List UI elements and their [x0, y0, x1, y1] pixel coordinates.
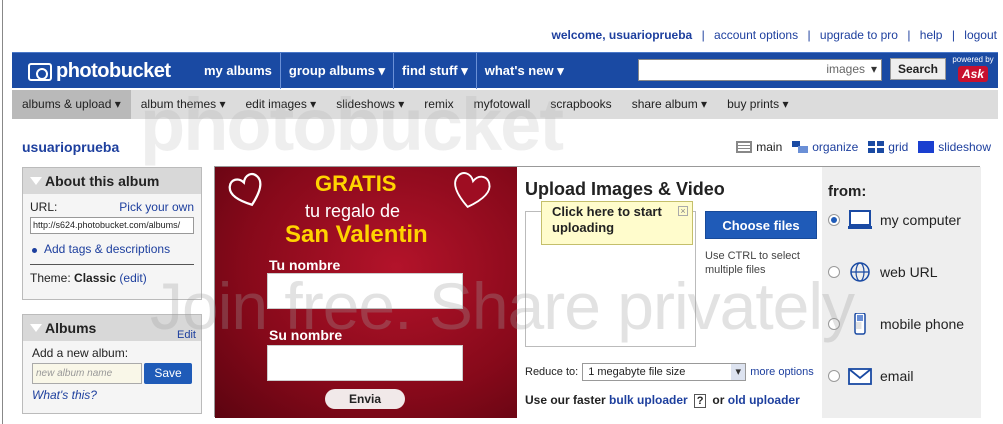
upload-title: Upload Images & Video: [525, 179, 725, 199]
ad-envia-button[interactable]: Envia: [325, 389, 405, 409]
watermark-slogan: Join free. Share privately.: [150, 269, 867, 343]
tab-buy-prints[interactable]: buy prints ▾: [717, 90, 798, 119]
ask-logo: Ask: [957, 66, 988, 82]
search-button[interactable]: Search: [890, 58, 946, 80]
reduce-size-select[interactable]: 1 megabyte file size: [582, 363, 747, 381]
reduce-row: Reduce to: 1 megabyte file size more opt…: [525, 363, 814, 381]
envelope-icon: [848, 368, 872, 385]
ad-gratis: GRATIS: [315, 171, 397, 196]
ad-su-nombre-field[interactable]: [267, 345, 463, 381]
add-album-label: Add a new album:: [32, 346, 129, 360]
view-organize[interactable]: organize: [792, 140, 858, 154]
choose-files-button[interactable]: Choose files: [705, 211, 817, 239]
source-email[interactable]: email: [828, 365, 913, 387]
upgrade-link[interactable]: upgrade to pro: [820, 28, 898, 42]
search-scope-select[interactable]: images: [826, 62, 879, 76]
computer-icon: [848, 210, 872, 229]
theme-value: Classic: [74, 271, 117, 285]
source-my-computer[interactable]: my computer: [828, 209, 961, 231]
save-album-button[interactable]: Save: [144, 363, 192, 384]
radio-button[interactable]: [828, 370, 840, 382]
old-uploader-link[interactable]: old uploader: [728, 393, 800, 407]
ad-regalo: tu regalo de: [305, 201, 401, 221]
list-icon: [736, 141, 753, 153]
watermark-logo: photobucket: [140, 83, 564, 166]
welcome-text: welcome, usuarioprueba: [551, 28, 693, 42]
add-tags-link[interactable]: Add tags & descriptions: [30, 242, 194, 256]
grid-icon: [868, 141, 885, 153]
slideshow-icon: [918, 141, 935, 153]
close-icon[interactable]: ×: [678, 206, 688, 216]
ask-badge[interactable]: powered by Ask: [952, 55, 994, 87]
url-label: URL:: [30, 200, 58, 214]
album-url-field[interactable]: http://s624.photobucket.com/albums/: [30, 217, 194, 234]
search-input[interactable]: images: [638, 59, 882, 81]
view-grid[interactable]: grid: [868, 140, 908, 154]
photobucket-logo[interactable]: photobucket: [28, 60, 171, 83]
divider: [30, 264, 194, 265]
camera-icon: [28, 62, 52, 81]
bulk-uploader-link[interactable]: bulk uploader: [609, 393, 688, 407]
album-owner[interactable]: usuarioprueba: [22, 139, 119, 155]
theme-edit-link[interactable]: (edit): [119, 271, 146, 285]
account-options-link[interactable]: account options: [714, 28, 798, 42]
help-link[interactable]: help: [920, 28, 943, 42]
ad-san-valentin: San Valentin: [285, 221, 428, 248]
heart-icon: [228, 173, 262, 207]
radio-button[interactable]: [828, 214, 840, 226]
view-main[interactable]: main: [736, 140, 782, 154]
more-options-link[interactable]: more options: [750, 366, 814, 378]
new-album-input[interactable]: new album name: [32, 363, 142, 384]
about-panel-header[interactable]: About this album: [23, 168, 201, 194]
organize-icon: [792, 141, 809, 153]
logout-link[interactable]: logout: [964, 28, 997, 42]
view-slideshow[interactable]: slideshow: [918, 140, 991, 154]
window-border: [2, 0, 3, 424]
pick-your-own-link[interactable]: Pick your own: [119, 200, 194, 214]
view-switcher: main organize grid slideshow: [726, 140, 991, 154]
help-icon[interactable]: ?: [694, 394, 707, 408]
whats-this-link[interactable]: What's this?: [32, 388, 192, 402]
account-bar: welcome, usuarioprueba | account options…: [551, 28, 997, 42]
bulk-uploader-line: Use our faster bulk uploader ? or old up…: [525, 393, 800, 408]
tab-share-album[interactable]: share album ▾: [622, 90, 717, 119]
tab-albums-upload[interactable]: albums & upload ▾: [12, 90, 131, 119]
heart-icon: [454, 172, 491, 209]
upload-tooltip[interactable]: Click here to start uploading ×: [541, 201, 693, 245]
from-title: from:: [828, 183, 867, 200]
